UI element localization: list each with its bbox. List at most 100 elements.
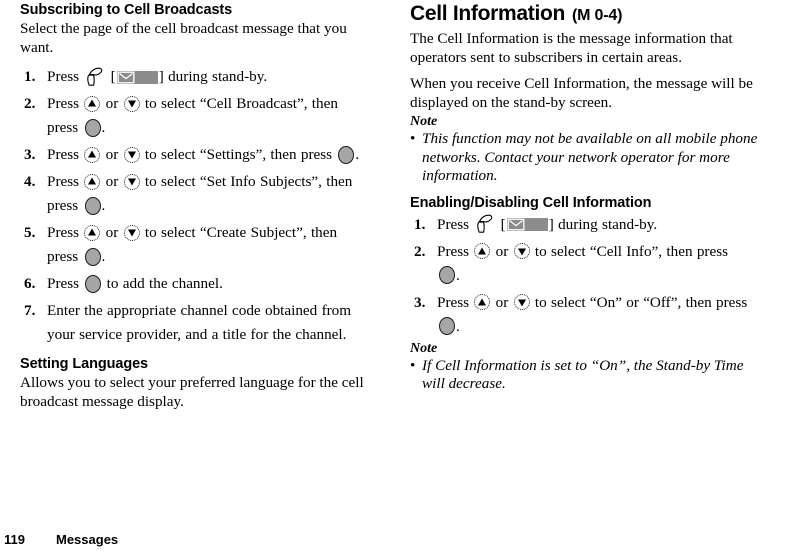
step-item: 3. Press or to select “Settings”, then pr…: [20, 143, 380, 167]
step-line: Press or to select “Settings”, then pres…: [47, 145, 360, 164]
step-number: 7.: [24, 302, 36, 319]
nav-up-icon: [84, 173, 101, 190]
step-item: 1. Press [] during stand-by.: [410, 213, 770, 237]
subscribing-steps-list: 1. Press [] during stand-by. 2. Press or to…: [20, 65, 380, 347]
step-item: 2. Press or to select “Cell Broadcast”, t…: [20, 92, 380, 140]
step-number: 1.: [414, 215, 426, 233]
center-select-key-icon: [84, 247, 101, 266]
note-item-1: • This function may not be available on …: [410, 130, 770, 186]
nav-down-icon: [123, 173, 140, 190]
step-text: Press or to select “Create Subject”, the…: [47, 221, 380, 269]
step-line: Press or to select “Set Info Subjects”, …: [47, 173, 353, 190]
triangle-down-glyph: [127, 229, 136, 237]
center-select-key-icon: [439, 266, 455, 285]
center-select-key-icon: [338, 145, 355, 164]
step-line: Press or to select “Cell Broadcast”, the…: [47, 95, 338, 112]
step-text: Press or to select “On” or “Off”, then p…: [437, 291, 770, 339]
manual-page: Subscribing to Cell Broadcasts Select th…: [0, 0, 785, 552]
step-number: 5.: [24, 224, 36, 241]
triangle-down-glyph: [517, 248, 526, 256]
step-line: Press or to select “Create Subject”, the…: [47, 224, 338, 241]
footer-page-number: 119: [4, 531, 25, 547]
note-item-2: • If Cell Information is set to “On”, th…: [410, 357, 770, 394]
note-bullet-icon: •: [410, 356, 416, 374]
left-column: Subscribing to Cell Broadcasts Select th…: [0, 0, 392, 520]
step-line: Press or to select “Cell Info”, then pre…: [437, 242, 729, 260]
step-number: 1.: [24, 68, 36, 85]
step-line: Press [] during stand-by.: [47, 67, 268, 86]
step-line: .: [437, 315, 770, 339]
step-number: 3.: [414, 293, 426, 311]
triangle-down-glyph: [517, 299, 526, 307]
nav-up-icon: [474, 294, 491, 311]
step-text: Press to add the channel.: [47, 272, 380, 296]
note-label-1: Note: [410, 114, 438, 129]
nav-down-icon: [123, 95, 140, 112]
step-item: 7. Enter the appropriate channel code obt…: [20, 299, 380, 347]
triangle-up-glyph: [478, 247, 487, 255]
triangle-up-glyph: [88, 177, 97, 185]
cell-information-paragraph-1: The Cell Information is the message info…: [410, 30, 733, 66]
chapter-menu-code: (M 0-4): [572, 7, 623, 24]
page-footer: 119 Messages: [0, 526, 785, 552]
nav-up-icon: [474, 243, 491, 260]
triangle-down-glyph: [127, 151, 136, 159]
step-line: Press [] during stand-by.: [437, 214, 658, 233]
nav-down-icon: [123, 146, 140, 163]
right-column: Cell Information (M 0-4) The Cell Informa…: [392, 0, 784, 520]
step-line: press .: [47, 118, 106, 137]
triangle-up-glyph: [478, 298, 487, 306]
step-line: press .: [47, 196, 106, 215]
footer-chapter-name: Messages: [56, 531, 119, 547]
softkey-icon: [476, 214, 493, 233]
step-line: press .: [47, 247, 106, 266]
center-select-key-icon: [85, 274, 102, 293]
triangle-up-glyph: [88, 99, 97, 107]
step-text: Press or to select “Settings”, then pres…: [47, 143, 380, 167]
nav-up-icon: [84, 95, 101, 112]
step-text: Press or to select “Set Info Subjects”, …: [47, 170, 380, 218]
step-number: 2.: [414, 242, 426, 260]
nav-down-icon: [513, 243, 530, 260]
step-line: Press to add the channel.: [47, 274, 223, 293]
step-line: .: [437, 264, 770, 288]
nav-up-icon: [84, 224, 101, 241]
step-item: 3. Press or to select “On” or “Off”, then…: [410, 291, 770, 339]
center-select-key-icon: [84, 196, 101, 215]
triangle-up-glyph: [88, 228, 97, 236]
two-column-layout: Subscribing to Cell Broadcasts Select th…: [0, 0, 785, 520]
nav-down-icon: [123, 224, 140, 241]
note-text-2: If Cell Information is set to “On”, the …: [422, 356, 744, 393]
step-text: Press [] during stand-by.: [47, 65, 380, 89]
step-number: 2.: [24, 95, 36, 112]
note-text-1: This function may not be available on al…: [422, 130, 758, 184]
step-text: Enter the appropriate channel code obtai…: [47, 299, 380, 347]
step-number: 4.: [24, 173, 36, 190]
nav-down-icon: [513, 294, 530, 311]
triangle-up-glyph: [88, 150, 97, 158]
section-title-subscribing: Subscribing to Cell Broadcasts: [20, 2, 233, 18]
center-select-key-icon: [84, 118, 101, 137]
step-item: 4. Press or to select “Set Info Subjects”…: [20, 170, 380, 218]
step-number: 3.: [24, 146, 36, 163]
section-title-enabling-disabling: Enabling/Disabling Cell Information: [410, 194, 652, 211]
message-indicator-icon: [116, 70, 158, 84]
setting-languages-paragraph: Allows you to select your preferred lang…: [20, 374, 364, 410]
cell-information-paragraph-2: When you receive Cell Information, the m…: [410, 75, 753, 111]
step-text: Press or to select “Cell Info”, then pre…: [437, 240, 770, 288]
step-item: 6. Press to add the channel.: [20, 272, 380, 296]
message-indicator-icon: [506, 218, 548, 232]
chapter-title: Cell Information (M 0-4): [410, 2, 770, 28]
step-item: 1. Press [] during stand-by.: [20, 65, 380, 89]
triangle-down-glyph: [127, 178, 136, 186]
step-text: Press or to select “Cell Broadcast”, the…: [47, 92, 380, 140]
triangle-down-glyph: [127, 100, 136, 108]
chapter-title-text: Cell Information: [410, 2, 566, 25]
section-title-setting-languages: Setting Languages: [20, 356, 149, 372]
note-label-2: Note: [410, 340, 438, 356]
step-number: 6.: [24, 275, 36, 292]
step-item: 2. Press or to select “Cell Info”, then p…: [410, 240, 770, 288]
step-item: 5. Press or to select “Create Subject”, t…: [20, 221, 380, 269]
step-line: your service provider, and a title for t…: [47, 326, 347, 343]
step-text: Press [] during stand-by.: [437, 213, 770, 237]
